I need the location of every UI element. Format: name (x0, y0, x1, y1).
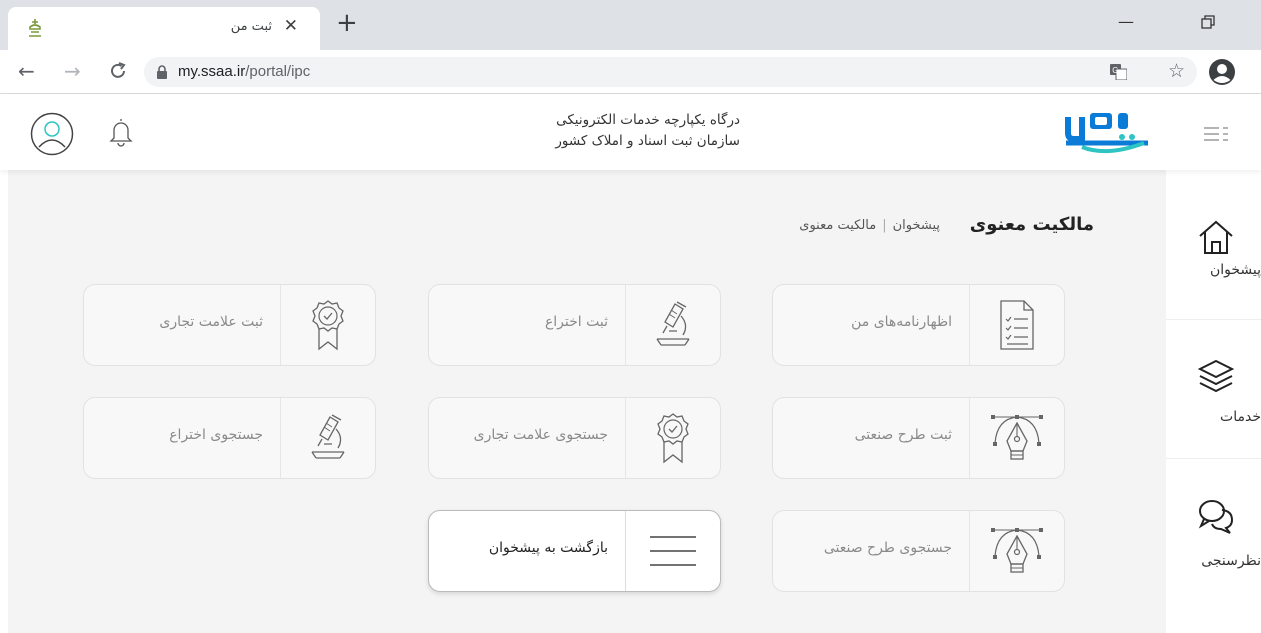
user-avatar-icon[interactable] (30, 112, 74, 156)
layers-icon (1197, 359, 1235, 393)
url-path: /portal/ipc (245, 63, 311, 80)
card-icon-box (625, 285, 720, 365)
svg-text:G: G (1112, 66, 1118, 75)
breadcrumb-separator: | (882, 218, 887, 233)
card-label: ثبت اختراع (544, 314, 608, 330)
card-label: اظهارنامه‌های من (851, 314, 952, 330)
browser-tab[interactable]: ثبت من ✕ (8, 7, 320, 50)
reload-icon[interactable] (108, 61, 128, 81)
breadcrumb-current: مالکیت معنوی (799, 218, 877, 233)
url-host: my.ssaa.ir (178, 63, 246, 80)
hamburger-icon (650, 536, 696, 566)
card-label: ثبت علامت تجاری (159, 314, 263, 330)
breadcrumb-home-link[interactable]: پیشخوان (893, 218, 940, 233)
card-search-trademark[interactable]: جستجوی علامت تجاری (428, 397, 721, 479)
forward-arrow-icon[interactable]: → (64, 59, 81, 83)
portal-title: درگاه یکپارچه خدمات الکترونیکی سازمان ثب… (440, 110, 740, 152)
card-icon-box (969, 285, 1064, 365)
profile-icon[interactable] (1208, 58, 1236, 86)
card-icon-box (625, 398, 720, 478)
portal-title-line1: درگاه یکپارچه خدمات الکترونیکی (556, 112, 740, 128)
sidenav-item-services[interactable]: خدمات (1166, 321, 1261, 459)
address-bar[interactable]: my.ssaa.ir/portal/ipc G ☆ (144, 57, 1197, 87)
lock-icon (157, 65, 167, 79)
card-icon-box (625, 511, 720, 591)
site-header: درگاه یکپارچه خدمات الکترونیکی سازمان ثب… (0, 95, 1261, 170)
browser-tab-strip: ثبت من ✕ + — (0, 0, 1261, 50)
new-tab-button[interactable]: + (336, 10, 358, 36)
chat-bubbles-icon (1198, 500, 1234, 534)
card-label: ثبت طرح صنعتی (854, 427, 952, 443)
bell-icon[interactable] (108, 116, 134, 148)
tab-title: ثبت من (230, 19, 272, 34)
card-icon-box (969, 511, 1064, 591)
back-to-dashboard-button[interactable]: بازگشت به پیشخوان (428, 510, 721, 592)
window-minimize-button[interactable]: — (1118, 12, 1134, 31)
breadcrumb: پیشخوان | مالکیت معنوی (799, 218, 940, 233)
page-root: ثبت من ✕ + — ← → my.ssaa.ir/portal/ipc G… (0, 0, 1261, 633)
card-icon-box (280, 398, 375, 478)
page-title: مالکیت معنوی (969, 214, 1094, 235)
browser-toolbar: ← → my.ssaa.ir/portal/ipc G ☆ (0, 50, 1261, 94)
sidenav-label: پیشخوان (1209, 262, 1261, 278)
sabt-man-logo[interactable] (1062, 107, 1152, 155)
tab-close-icon[interactable]: ✕ (284, 16, 298, 36)
sidenav-item-dashboard[interactable]: پیشخوان (1166, 182, 1261, 320)
microscope-icon (311, 414, 345, 459)
side-navigation: پیشخوان خدمات نظرسنجی (1166, 170, 1261, 633)
document-checklist-icon (1000, 300, 1034, 350)
card-register-industrial-design[interactable]: ثبت طرح صنعتی (772, 397, 1065, 479)
award-badge-icon (312, 300, 344, 351)
card-register-invention[interactable]: ثبت اختراع (428, 284, 721, 366)
sidenav-label: نظرسنجی (1201, 553, 1261, 569)
sidenav-item-survey[interactable]: نظرسنجی (1166, 460, 1261, 598)
main-content: مالکیت معنوی پیشخوان | مالکیت معنوی اظهارن… (8, 170, 1166, 633)
card-label: جستجوی طرح صنعتی (823, 540, 952, 556)
card-my-declarations[interactable]: اظهارنامه‌های من (772, 284, 1065, 366)
card-label: جستجوی علامت تجاری (473, 427, 608, 443)
card-icon-box (280, 285, 375, 365)
award-badge-icon (657, 413, 689, 464)
sidenav-label: خدمات (1220, 409, 1261, 425)
translate-icon[interactable]: G (1110, 64, 1127, 80)
window-restore-button[interactable] (1201, 15, 1215, 29)
card-label: جستجوی اختراع (169, 427, 263, 443)
card-search-industrial-design[interactable]: جستجوی طرح صنعتی (772, 510, 1065, 592)
microscope-icon (656, 301, 690, 346)
pen-tool-icon (991, 415, 1043, 460)
url-text[interactable]: my.ssaa.ir/portal/ipc (178, 63, 310, 80)
card-search-invention[interactable]: جستجوی اختراع (83, 397, 376, 479)
card-icon-box (969, 398, 1064, 478)
bookmark-star-icon[interactable]: ☆ (1168, 60, 1185, 82)
card-label: بازگشت به پیشخوان (488, 540, 608, 556)
pen-tool-icon (991, 528, 1043, 573)
home-icon (1199, 220, 1233, 254)
card-register-trademark[interactable]: ثبت علامت تجاری (83, 284, 376, 366)
portal-title-line2: سازمان ثبت اسناد و املاک کشور (555, 133, 740, 149)
grid-menu-icon[interactable] (1203, 123, 1229, 145)
back-arrow-icon[interactable]: ← (18, 59, 35, 83)
favicon-icon (29, 19, 41, 37)
